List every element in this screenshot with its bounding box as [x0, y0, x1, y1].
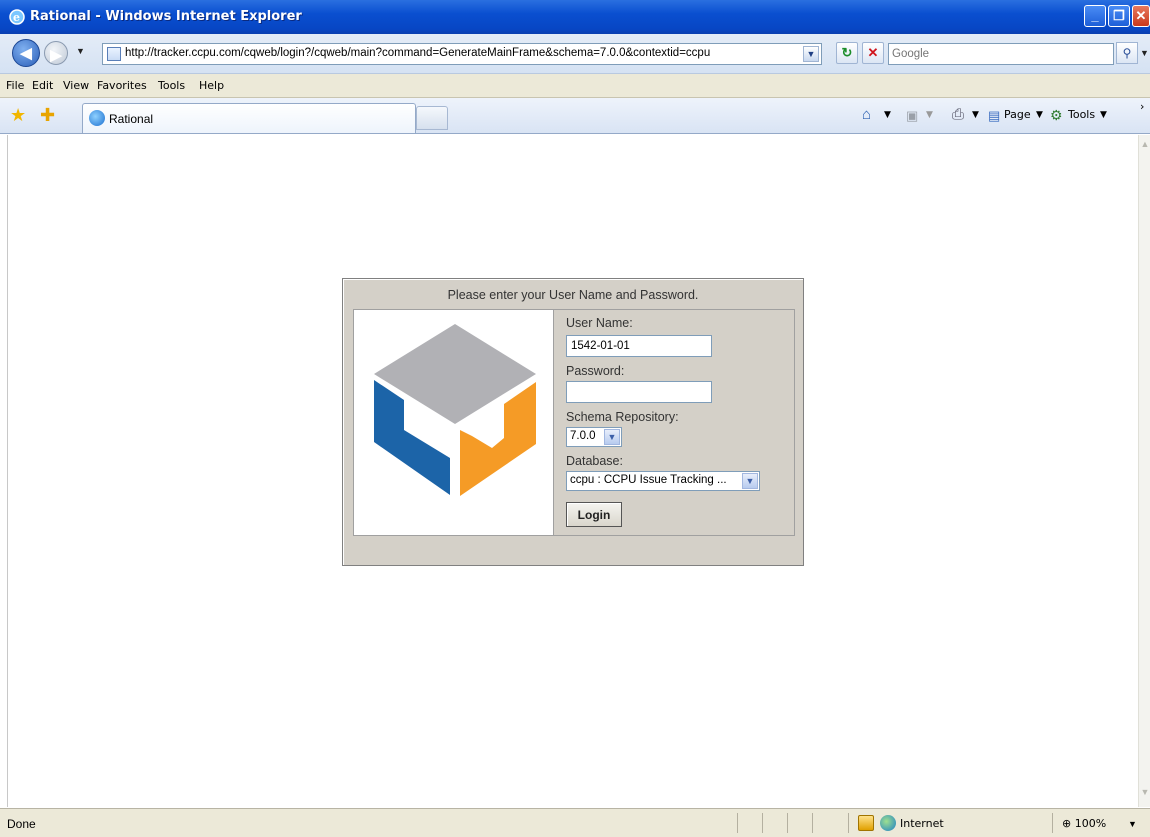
page-icon	[107, 47, 121, 61]
menu-tools[interactable]: Tools	[158, 79, 185, 92]
menu-favorites[interactable]: Favorites	[97, 79, 147, 92]
home-dropdown-icon[interactable]: ▼	[884, 110, 891, 120]
tab-ie-icon	[89, 110, 105, 126]
menu-help[interactable]: Help	[199, 79, 224, 92]
username-field[interactable]	[566, 335, 712, 357]
database-label: Database:	[566, 454, 623, 468]
zoom-dropdown-icon[interactable]: ▼	[1128, 819, 1137, 829]
address-dropdown-icon[interactable]: ▼	[803, 46, 819, 62]
search-box[interactable]	[888, 43, 1114, 65]
tools-dropdown-icon[interactable]: ▼	[1100, 110, 1107, 120]
password-label: Password:	[566, 364, 625, 378]
add-favorite-icon[interactable]: ✚	[40, 105, 55, 126]
tools-menu[interactable]: Tools	[1068, 108, 1095, 121]
forward-arrow-icon: ▶	[50, 47, 62, 64]
tab-toolbar: ★ ✚ Rational ⌂ ▼ ▣ ▼ ⎙ ▼ ▤ Page ▼ ⚙ Tool…	[0, 98, 1150, 134]
stop-button[interactable]: ✕	[862, 42, 884, 64]
status-divider	[762, 813, 763, 833]
login-header: Please enter your User Name and Password…	[447, 288, 699, 302]
database-select[interactable]: ccpu : CCPU Issue Tracking ... ▼	[566, 471, 760, 491]
feeds-icon[interactable]: ▣	[906, 108, 918, 124]
close-button[interactable]: ✕	[1132, 5, 1150, 27]
status-divider	[848, 813, 849, 833]
search-icon[interactable]: ⚲	[1116, 42, 1138, 64]
status-text: Done	[7, 817, 36, 831]
ie-logo-icon: e	[9, 9, 25, 25]
page-menu[interactable]: Page	[1004, 108, 1031, 121]
menu-file[interactable]: File	[6, 79, 24, 92]
status-divider	[737, 813, 738, 833]
security-zone[interactable]: Internet	[900, 817, 944, 830]
menu-edit[interactable]: Edit	[32, 79, 53, 92]
maximize-button[interactable]: ❐	[1108, 5, 1130, 27]
address-toolbar: ◀ ▶ ▼ http://tracker.ccpu.com/cqweb/logi…	[0, 34, 1150, 74]
status-divider	[1052, 813, 1053, 833]
back-button[interactable]: ◀	[12, 39, 40, 67]
tab-label: Rational	[109, 112, 154, 126]
home-icon[interactable]: ⌂	[862, 106, 871, 123]
rational-cube-logo	[374, 324, 536, 496]
menu-bar: File Edit View Favorites Tools Help	[0, 74, 1150, 98]
new-tab-button[interactable]	[416, 106, 448, 130]
logo-box	[353, 309, 554, 536]
status-divider	[787, 813, 788, 833]
username-label: User Name:	[566, 316, 633, 330]
status-divider	[812, 813, 813, 833]
chevron-down-icon[interactable]: ▼	[742, 473, 758, 489]
scroll-down-icon[interactable]: ▼	[1139, 787, 1150, 803]
print-icon[interactable]: ⎙	[952, 106, 964, 123]
search-options-dropdown-icon[interactable]: ▼	[1140, 48, 1149, 58]
window-title: Rational - Windows Internet Explorer	[30, 9, 302, 24]
chevron-down-icon[interactable]: ▼	[604, 429, 620, 445]
address-field[interactable]: http://tracker.ccpu.com/cqweb/login?/cqw…	[102, 43, 822, 65]
page-icon-toolbar: ▤	[988, 108, 1001, 123]
login-panel: Please enter your User Name and Password…	[342, 278, 804, 566]
page-dropdown-icon[interactable]: ▼	[1036, 110, 1043, 120]
forward-button[interactable]: ▶	[44, 41, 68, 65]
refresh-button[interactable]: ↻	[836, 42, 858, 64]
menu-view[interactable]: View	[63, 79, 89, 92]
tab-rational[interactable]: Rational	[82, 103, 416, 133]
zoom-value: 100%	[1074, 817, 1107, 830]
minimize-button[interactable]: _	[1084, 5, 1106, 27]
back-arrow-icon: ◀	[20, 45, 32, 62]
tools-gear-icon: ⚙	[1050, 107, 1063, 123]
toolbar-overflow-icon[interactable]: ›	[1140, 100, 1144, 113]
schema-repository-select[interactable]: 7.0.0 ▼	[566, 427, 622, 447]
status-bar: Done Internet ⊕ 100% ▼	[0, 808, 1150, 837]
login-form: User Name: Password: Schema Repository: …	[554, 309, 795, 536]
search-input[interactable]	[889, 44, 1113, 64]
title-bar: e Rational - Windows Internet Explorer _…	[0, 0, 1150, 34]
scroll-up-icon[interactable]: ▲	[1139, 139, 1150, 155]
favorites-star-icon[interactable]: ★	[10, 105, 26, 126]
schema-repository-value: 7.0.0	[570, 430, 596, 442]
schema-repository-label: Schema Repository:	[566, 410, 679, 424]
print-dropdown-icon[interactable]: ▼	[972, 110, 979, 120]
login-button[interactable]: Login	[566, 502, 622, 527]
recent-pages-dropdown-icon[interactable]: ▼	[76, 46, 85, 56]
svg-text:e: e	[13, 11, 20, 24]
feeds-dropdown-icon[interactable]: ▼	[926, 110, 933, 120]
vertical-scrollbar[interactable]: ▲ ▼	[1138, 135, 1150, 807]
protected-mode-icon[interactable]	[858, 815, 874, 831]
database-value: ccpu : CCPU Issue Tracking ...	[570, 474, 727, 486]
zoom-level[interactable]: ⊕ 100%	[1062, 817, 1106, 830]
internet-zone-icon	[880, 815, 896, 831]
password-field[interactable]	[566, 381, 712, 403]
url-text[interactable]: http://tracker.ccpu.com/cqweb/login?/cqw…	[125, 47, 710, 59]
